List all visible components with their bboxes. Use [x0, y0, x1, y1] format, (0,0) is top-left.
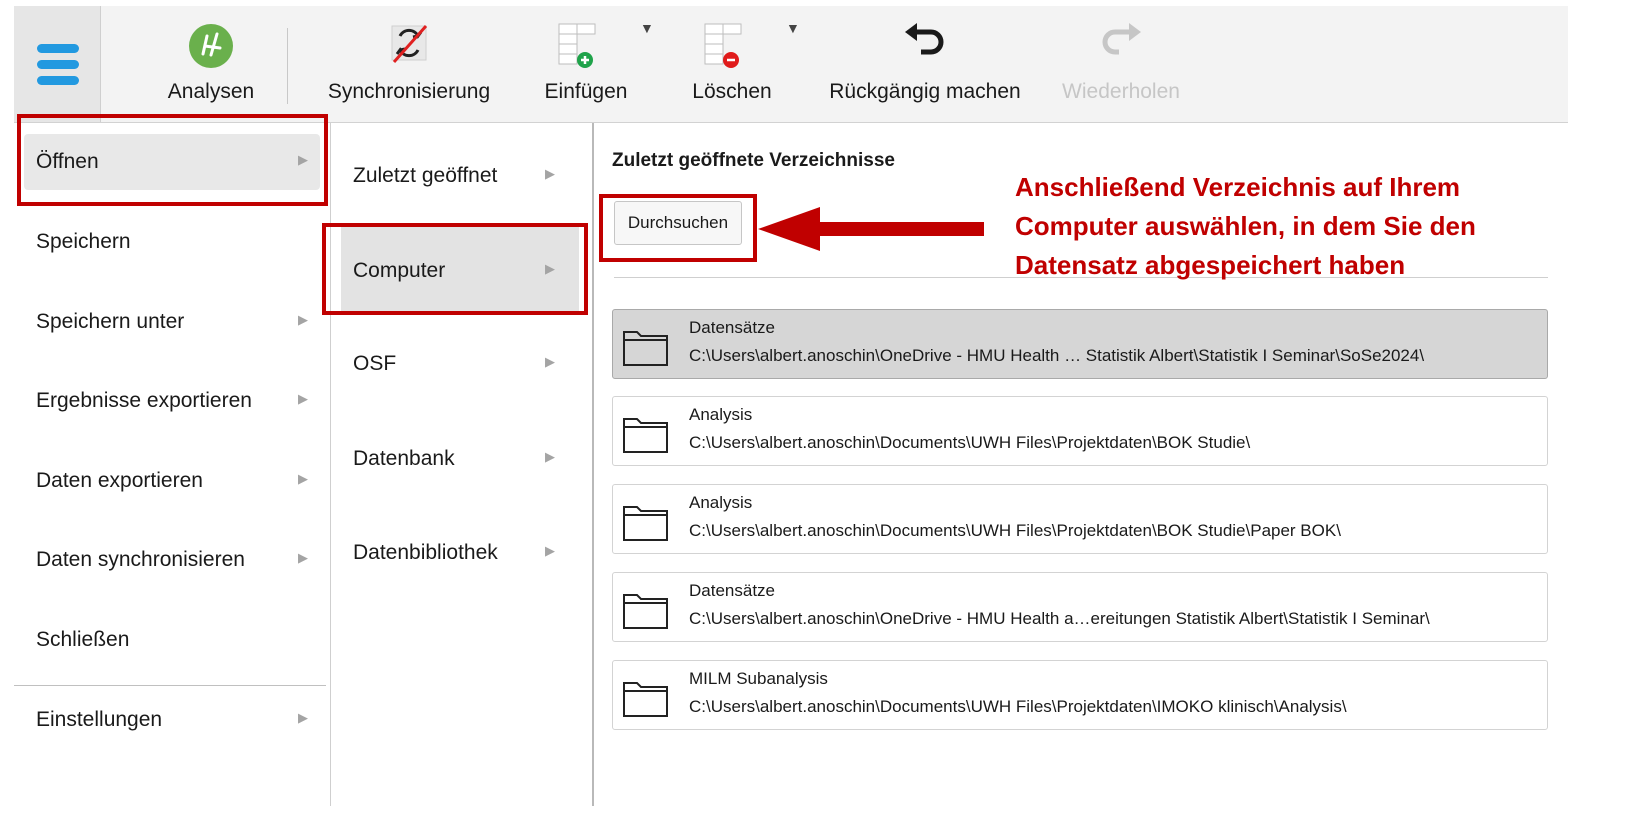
undo-button[interactable]: Rückgängig machen — [814, 6, 1036, 122]
submenu-item-label: Datenbank — [353, 447, 455, 470]
folder-icon — [621, 409, 671, 460]
folder-icon — [621, 585, 671, 636]
menu-item-daten-exportieren[interactable]: Daten exportieren ▶ — [24, 453, 320, 509]
submenu-item-label: Datenbibliothek — [353, 541, 498, 564]
folder-icon — [621, 673, 671, 724]
menu-item-einstellungen[interactable]: Einstellungen ▶ — [24, 692, 320, 748]
file-menu: Öffnen ▶ Speichern Speichern unter ▶ Erg… — [14, 123, 331, 806]
folder-path: C:\Users\albert.anoschin\OneDrive - HMU … — [689, 609, 1430, 628]
folder-entry[interactable]: Analysis C:\Users\albert.anoschin\Docume… — [612, 396, 1548, 466]
sync-icon — [386, 22, 432, 71]
highlight-browse — [599, 194, 757, 262]
hamburger-icon — [37, 44, 79, 53]
menu-divider — [14, 685, 326, 686]
menu-item-label: Einstellungen — [36, 708, 163, 731]
loeschen-label: Löschen — [692, 80, 772, 103]
delete-row-icon — [701, 22, 747, 77]
analysen-button[interactable]: Analysen — [154, 6, 268, 122]
folder-name: Analysis — [689, 405, 753, 424]
submenu-item-osf[interactable]: OSF ▶ — [341, 320, 579, 406]
folder-entry[interactable]: Analysis C:\Users\albert.anoschin\Docume… — [612, 484, 1548, 554]
annotation-line: Anschließend Verzeichnis auf Ihrem — [1015, 172, 1461, 202]
synchronisierung-button[interactable]: Synchronisierung — [314, 6, 504, 122]
submenu-item-datenbank[interactable]: Datenbank ▶ — [341, 415, 579, 501]
folder-icon — [621, 322, 671, 373]
submenu-arrow-icon: ▶ — [545, 166, 555, 181]
menu-item-label: Schließen — [36, 628, 130, 651]
menu-item-schliessen[interactable]: Schließen — [24, 612, 320, 668]
annotation-line: Computer auswählen, in dem Sie den — [1015, 211, 1476, 241]
toolbar: Analysen Synchronisierung ▼ Einfügen ▼ L… — [14, 6, 1568, 123]
folder-name: Datensätze — [689, 318, 775, 337]
redo-icon — [1097, 22, 1145, 71]
folder-entry[interactable]: Datensätze C:\Users\albert.anoschin\OneD… — [612, 309, 1548, 379]
folder-path: C:\Users\albert.anoschin\Documents\UWH F… — [689, 521, 1341, 540]
submenu-arrow-icon: ▶ — [545, 449, 555, 464]
submenu-arrow-icon: ▶ — [298, 312, 308, 327]
folder-icon — [621, 497, 671, 548]
submenu-arrow-icon: ▶ — [298, 471, 308, 486]
panel-title: Zuletzt geöffnete Verzeichnisse — [612, 150, 895, 171]
menu-item-speichern-unter[interactable]: Speichern unter ▶ — [24, 294, 320, 350]
synchronisierung-label: Synchronisierung — [327, 80, 491, 103]
annotation-text: Anschließend Verzeichnis auf Ihrem Compu… — [1015, 168, 1535, 285]
menu-item-daten-synchronisieren[interactable]: Daten synchronisieren ▶ — [24, 532, 320, 588]
submenu-arrow-icon: ▶ — [545, 543, 555, 558]
annotation-line: Datensatz abgespeichert haben — [1015, 250, 1406, 280]
folder-entry[interactable]: Datensätze C:\Users\albert.anoschin\OneD… — [612, 572, 1548, 642]
submenu-item-label: OSF — [353, 352, 397, 375]
folder-entry[interactable]: MILM Subanalysis C:\Users\albert.anoschi… — [612, 660, 1548, 730]
submenu-arrow-icon: ▶ — [545, 354, 555, 369]
hamburger-icon-bar — [37, 60, 79, 69]
insert-row-icon — [555, 22, 601, 77]
submenu-item-zuletzt-geoeffnet[interactable]: Zuletzt geöffnet ▶ — [341, 132, 579, 218]
loeschen-dropdown-caret[interactable]: ▼ — [786, 20, 800, 36]
submenu-arrow-icon: ▶ — [298, 391, 308, 406]
menu-item-label: Speichern unter — [36, 310, 185, 333]
analysen-icon — [187, 22, 235, 75]
menu-item-label: Ergebnisse exportieren — [36, 389, 252, 412]
menu-item-label: Speichern — [36, 230, 131, 253]
folder-name: MILM Subanalysis — [689, 669, 828, 688]
analysen-label: Analysen — [167, 80, 255, 103]
redo-button[interactable]: Wiederholen — [1054, 6, 1188, 122]
folder-path: C:\Users\albert.anoschin\OneDrive - HMU … — [689, 346, 1425, 365]
highlight-oeffnen — [17, 114, 328, 206]
submenu-arrow-icon: ▶ — [298, 550, 308, 565]
loeschen-button[interactable]: ▼ Löschen — [676, 6, 800, 122]
folder-name: Analysis — [689, 493, 753, 512]
undo-label: Rückgängig machen — [829, 80, 1021, 103]
highlight-computer — [322, 223, 588, 315]
folder-path: C:\Users\albert.anoschin\Documents\UWH F… — [689, 697, 1347, 716]
redo-label: Wiederholen — [1062, 80, 1180, 103]
main-menu-button[interactable] — [14, 6, 101, 122]
menu-item-label: Daten synchronisieren — [36, 548, 245, 571]
einfuegen-button[interactable]: ▼ Einfügen — [530, 6, 654, 122]
submenu-item-datenbibliothek[interactable]: Datenbibliothek ▶ — [341, 509, 579, 595]
einfuegen-dropdown-caret[interactable]: ▼ — [640, 20, 654, 36]
folder-path: C:\Users\albert.anoschin\Documents\UWH F… — [689, 433, 1251, 452]
menu-item-speichern[interactable]: Speichern — [24, 214, 320, 270]
menu-item-label: Daten exportieren — [36, 469, 203, 492]
hamburger-icon-bar — [37, 76, 79, 85]
submenu-item-label: Zuletzt geöffnet — [353, 164, 498, 187]
folder-name: Datensätze — [689, 581, 775, 600]
einfuegen-label: Einfügen — [544, 80, 628, 103]
annotation-arrow-icon — [758, 207, 984, 251]
submenu-arrow-icon: ▶ — [298, 710, 308, 725]
undo-icon — [901, 22, 949, 71]
toolbar-divider — [287, 28, 288, 104]
menu-item-ergebnisse-exportieren[interactable]: Ergebnisse exportieren ▶ — [24, 373, 320, 429]
